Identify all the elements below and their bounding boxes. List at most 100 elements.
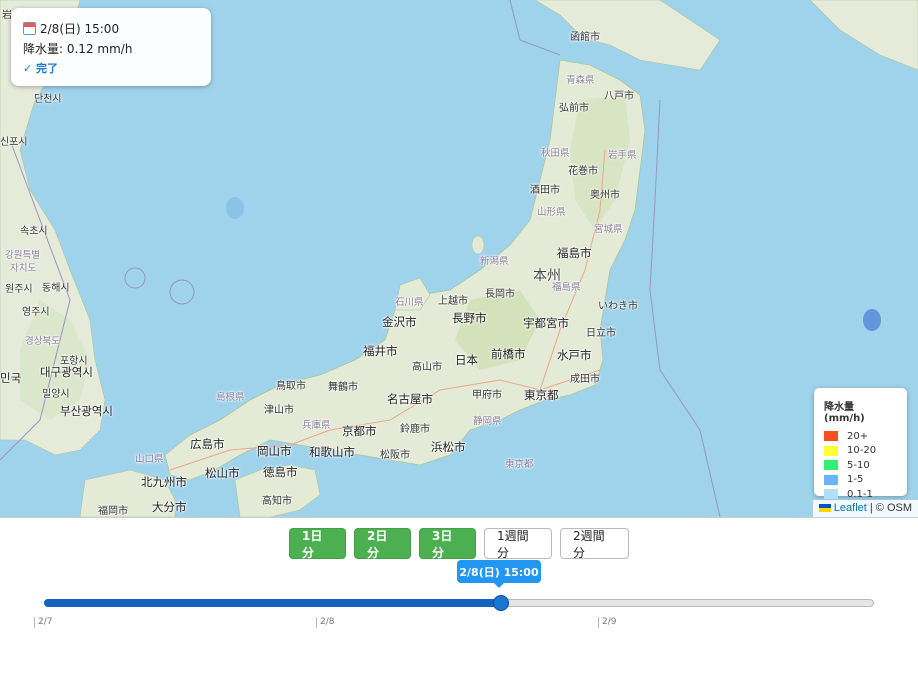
slider-tick-label: 2/8 <box>316 617 334 628</box>
map-label: 青森県 <box>566 75 595 86</box>
legend-label: 20+ <box>847 430 869 442</box>
map-label: 徳島市 <box>263 465 298 479</box>
map-label: 鈴鹿市 <box>400 424 430 435</box>
map-label: 신포시 <box>0 137 28 148</box>
map-label: 成田市 <box>570 374 600 385</box>
legend-swatch <box>824 474 838 485</box>
map-label: 北九州市 <box>141 475 187 489</box>
map-label: 広島市 <box>190 437 225 451</box>
map-label: 원주시 <box>5 284 33 295</box>
map-label: 대구광역시 <box>40 365 93 379</box>
info-panel: 2/8(日) 15:00 降水量: 0.12 mm/h ✓ 完了 <box>11 8 211 86</box>
range-button-2[interactable]: 2日分 <box>354 528 411 560</box>
info-precip: 降水量: 0.12 mm/h <box>23 42 133 56</box>
map-view[interactable]: 岩函館市 青森県 八戸市 弘前市 秋田県 岩手県 花巻市 酒田市 奥州市 山形県 宮城県 福島市 新潟県… <box>0 0 918 517</box>
map-label: 金沢市 <box>382 315 417 329</box>
map-label: 高山市 <box>412 362 442 373</box>
map-label: 밀양시 <box>42 389 70 400</box>
map-label: 京都市 <box>342 424 377 438</box>
map-label: 浜松市 <box>431 440 466 454</box>
map-label: 函館市 <box>570 32 600 43</box>
info-datetime: 2/8(日) 15:00 <box>40 22 120 36</box>
map-label: 長野市 <box>452 311 487 325</box>
map-label: 宮城県 <box>594 224 623 235</box>
map-label: 福島県 <box>552 282 581 293</box>
legend-item: 20+ <box>824 429 897 444</box>
map-label: 영주시 <box>22 307 50 318</box>
legend-item: 1-5 <box>824 473 897 488</box>
legend-label: 10-20 <box>847 445 877 457</box>
info-status: ✓ 完了 <box>23 62 59 75</box>
slider-tooltip: 2/8(日) 15:00 <box>457 560 541 588</box>
map-label: 松阪市 <box>380 450 410 461</box>
ukraine-flag-icon <box>818 504 831 513</box>
precip-legend: 降水量 (mm/h) 20+ 10-20 5-10 1-5 0.1-1 <box>814 388 907 500</box>
map-label: 福岡市 <box>98 506 128 517</box>
map-label: 東京都 <box>524 388 559 402</box>
legend-label: 5-10 <box>847 459 870 471</box>
map-label: 上越市 <box>438 296 468 307</box>
map-label: 和歌山市 <box>309 445 355 459</box>
leaflet-link[interactable]: Leaflet <box>834 502 867 514</box>
map-label: 甲府市 <box>472 390 502 401</box>
legend-label: 1-5 <box>847 474 864 486</box>
map-label: 大分市 <box>152 500 187 514</box>
map-label: 福井市 <box>363 344 398 358</box>
map-label: 八戸市 <box>604 91 634 102</box>
map-label: 奥州市 <box>590 190 620 201</box>
legend-swatch <box>824 489 838 500</box>
map-label: 酒田市 <box>530 185 560 196</box>
map-label: 경상북도 <box>25 336 60 347</box>
map-label: 高知市 <box>262 496 292 507</box>
map-label: 長岡市 <box>485 289 515 300</box>
slider-fill <box>44 599 501 607</box>
map-label: 島根県 <box>216 392 245 403</box>
map-attribution: Leaflet | © OSM <box>812 500 918 517</box>
map-label: 단천시 <box>34 94 62 105</box>
map-label: 日本 <box>455 353 478 367</box>
map-label: 山形県 <box>537 207 566 218</box>
legend-swatch <box>824 445 838 456</box>
map-label: 岩手県 <box>608 150 637 161</box>
map-label: 자치도 <box>10 263 37 274</box>
map-label: 新潟県 <box>480 256 509 267</box>
map-label: 山口県 <box>135 454 164 465</box>
range-button-3[interactable]: 3日分 <box>419 528 476 560</box>
map-label: 부산광역시 <box>60 404 113 418</box>
map-label: いわき市 <box>598 301 638 312</box>
map-label: 花巻市 <box>568 166 598 177</box>
range-button-5[interactable]: 2週間分 <box>560 528 629 560</box>
map-label: 弘前市 <box>559 103 589 114</box>
range-buttons: 1日分 2日分 3日分 1週間分 2週間分 <box>289 528 629 560</box>
map-label: 日立市 <box>586 328 616 339</box>
legend-swatch <box>824 431 838 442</box>
legend-title: 降水量 (mm/h) <box>824 402 865 424</box>
map-label: 東京都 <box>505 459 534 470</box>
map-label: 동해시 <box>42 283 70 294</box>
slider-thumb[interactable] <box>493 595 509 611</box>
range-button-1[interactable]: 1日分 <box>289 528 346 560</box>
weather-app: 岩函館市 青森県 八戸市 弘前市 秋田県 岩手県 花巻市 酒田市 奥州市 山形県 宮城県 福島市 新潟県… <box>0 0 918 678</box>
osm-attribution: | © OSM <box>866 502 912 514</box>
map-label: 名古屋市 <box>387 392 433 406</box>
slider-tick-label: 2/7 <box>34 617 52 628</box>
map-label: 兵庫県 <box>302 420 331 431</box>
time-control-panel: 1日分 2日分 3日分 1週間分 2週間分 2/8(日) 15:00 2/7 2/8 2/9 <box>0 517 918 678</box>
map-label: 前橋市 <box>491 347 526 361</box>
map-label: 민국 <box>0 371 22 385</box>
map-label: 岡山市 <box>257 444 292 458</box>
map-label: 강원특별 <box>5 250 40 261</box>
map-label: 津山市 <box>264 405 294 416</box>
map-label: 鳥取市 <box>276 381 306 392</box>
legend-item: 5-10 <box>824 458 897 473</box>
map-label: 舞鶴市 <box>328 382 358 393</box>
range-button-4[interactable]: 1週間分 <box>484 528 552 560</box>
legend-item: 10-20 <box>824 444 897 459</box>
slider-tick-label: 2/9 <box>598 617 616 628</box>
map-label: 속초시 <box>20 226 48 237</box>
map-label: 秋田県 <box>541 148 570 159</box>
legend-swatch <box>824 460 838 471</box>
legend-label: 0.1-1 <box>847 488 873 500</box>
map-label: 松山市 <box>205 466 240 480</box>
map-label: 宇都宮市 <box>523 316 569 330</box>
